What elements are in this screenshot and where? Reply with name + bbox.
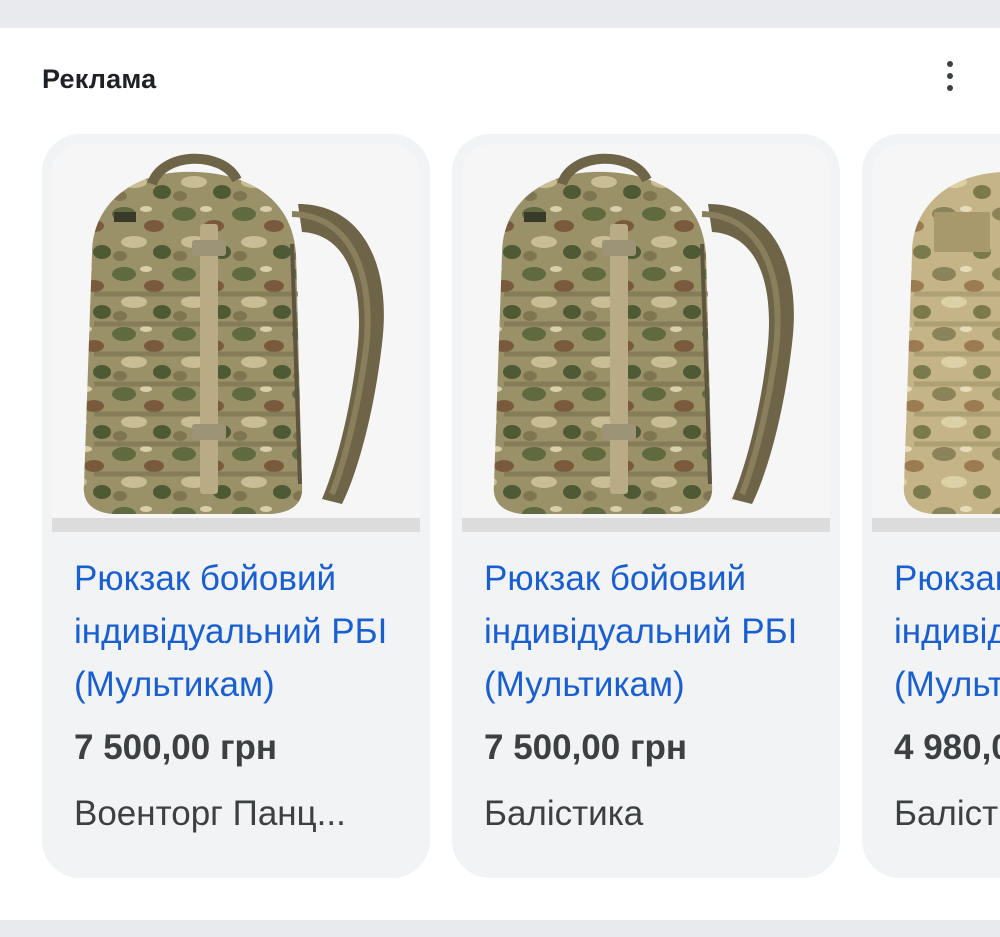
product-image[interactable] bbox=[52, 144, 420, 532]
product-image[interactable] bbox=[462, 144, 830, 532]
product-seller: Военторг Панц... bbox=[74, 794, 346, 833]
product-image[interactable] bbox=[872, 144, 1000, 532]
ads-panel: Реклама Рюкзак бойовий індивідуальний РБ… bbox=[0, 28, 1000, 920]
product-title[interactable]: Рюкзак бойовий індивідуальний РБІ (Мульт… bbox=[484, 552, 824, 711]
product-card[interactable]: Рюкзак бойовий індивідуальний РБІ (Мульт… bbox=[42, 134, 430, 878]
product-price: 4 980,00 грн bbox=[894, 728, 1000, 767]
product-card[interactable]: Рюкзак бойовий індивідуальний РБІ (Мульт… bbox=[452, 134, 840, 878]
product-card[interactable]: Рюкзак бойовий індивідуальний РБІ (Мульт… bbox=[862, 134, 1000, 878]
product-title[interactable]: Рюкзак бойовий індивідуальний РБІ (Мульт… bbox=[74, 552, 414, 711]
product-seller: Балістика bbox=[484, 794, 644, 833]
product-price: 7 500,00 грн bbox=[74, 728, 278, 767]
product-price: 7 500,00 грн bbox=[484, 728, 688, 767]
product-carousel: Рюкзак бойовий індивідуальний РБІ (Мульт… bbox=[0, 28, 1000, 920]
product-title[interactable]: Рюкзак бойовий індивідуальний РБІ (Мульт… bbox=[894, 552, 1000, 711]
product-seller: Балістика bbox=[894, 794, 1000, 833]
